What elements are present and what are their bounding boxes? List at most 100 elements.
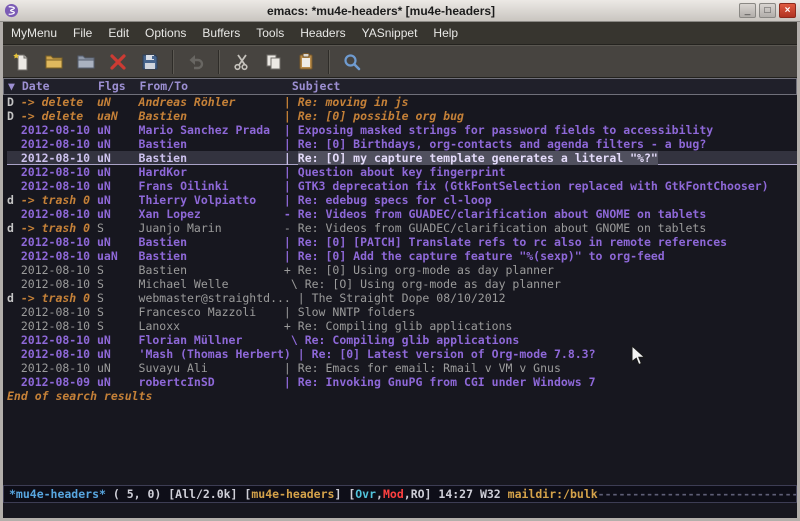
- message-row[interactable]: 2012-08-10SMichael Welle \ Re: [O] Using…: [7, 277, 797, 291]
- minimize-button[interactable]: _: [739, 3, 756, 18]
- mark-cell: [7, 137, 21, 151]
- message-row[interactable]: d-> trash 0Swebmaster@straightd...| The …: [7, 291, 797, 305]
- from-cell: Bastien: [139, 235, 284, 249]
- modeline-segment: ( 5, 0): [106, 487, 168, 501]
- flags-cell: S: [97, 305, 139, 319]
- message-row[interactable]: 2012-08-10uN'Mash (Thomas Herbert)| Re: …: [7, 347, 797, 361]
- date-cell: 2012-08-09: [21, 375, 97, 389]
- from-cell: Andreas Röhler: [139, 95, 284, 109]
- column-header-flags[interactable]: Flgs: [98, 79, 140, 94]
- flags-cell: uN: [97, 179, 139, 193]
- echo-area[interactable]: [3, 503, 797, 518]
- maximize-button[interactable]: □: [759, 3, 776, 18]
- thread-separator: |: [284, 305, 298, 319]
- thread-separator: +: [284, 263, 298, 277]
- thread-separator: |: [284, 193, 298, 207]
- toolbar: [3, 45, 797, 78]
- toolbar-separator: [172, 50, 174, 74]
- message-row[interactable]: D-> deleteuaNBastien| Re: [0] possible o…: [7, 109, 797, 123]
- date-cell: -> trash 0: [21, 221, 97, 235]
- message-row[interactable]: D-> deleteuNAndreas Röhler| Re: moving i…: [7, 95, 797, 109]
- modeline-segment: Ovr: [355, 487, 376, 501]
- modeline-segment: mu4e-headers: [251, 487, 334, 501]
- menu-item-mymenu[interactable]: MyMenu: [3, 22, 65, 45]
- message-row[interactable]: d-> trash 0SJuanjo Marin- Re: Videos fro…: [7, 221, 797, 235]
- emacs-icon: [4, 3, 19, 18]
- message-row[interactable]: 2012-08-10uNBastien| Re: [0] Birthdays, …: [7, 137, 797, 151]
- subject-cell: Re: Videos from GUADEC/clarification abo…: [298, 221, 707, 235]
- message-row[interactable]: 2012-08-10SLanoxx+ Re: Compiling glib ap…: [7, 319, 797, 333]
- flags-cell: uN: [97, 347, 139, 361]
- subject-cell: Slow NNTP folders: [298, 305, 416, 319]
- menu-item-options[interactable]: Options: [137, 22, 194, 45]
- thread-separator: \: [284, 333, 305, 347]
- message-row[interactable]: 2012-08-10uNFlorian Müllner \ Re: Compil…: [7, 333, 797, 347]
- menu-item-buffers[interactable]: Buffers: [194, 22, 248, 45]
- subject-cell: Re: Videos from GUADEC/clarification abo…: [298, 207, 707, 221]
- from-cell: robertcInSD: [139, 375, 284, 389]
- date-cell: 2012-08-10: [21, 361, 97, 375]
- message-row[interactable]: 2012-08-10SFrancesco Mazzoli| Slow NNTP …: [7, 305, 797, 319]
- message-row[interactable]: 2012-08-10uNXan Lopez- Re: Videos from G…: [7, 207, 797, 221]
- new-file-button[interactable]: [7, 48, 37, 75]
- message-row[interactable]: 2012-08-10uNMario Sanchez Prada| Exposin…: [7, 123, 797, 137]
- flags-cell: uN: [97, 193, 139, 207]
- from-cell: Juanjo Marin: [139, 221, 284, 235]
- thread-separator: \: [284, 277, 305, 291]
- copy-button[interactable]: [259, 48, 289, 75]
- save-buffer-button[interactable]: [135, 48, 165, 75]
- column-header-subject[interactable]: Subject: [292, 79, 340, 94]
- kill-buffer-button[interactable]: [103, 48, 133, 75]
- subject-cell: Re: [0] Add the capture feature "%(sexp)…: [298, 249, 665, 263]
- flags-cell: S: [97, 277, 139, 291]
- mark-cell: d: [7, 193, 21, 207]
- from-cell: Suvayu Ali: [139, 361, 284, 375]
- cut-button[interactable]: [227, 48, 257, 75]
- message-row[interactable]: 2012-08-10uNBastien| Re: [O] my capture …: [7, 151, 797, 165]
- titlebar[interactable]: emacs: *mu4e-headers* [mu4e-headers] _ □…: [0, 0, 800, 22]
- from-cell: Bastien: [139, 151, 284, 165]
- message-row[interactable]: 2012-08-10uNHardKor| Question about key …: [7, 165, 797, 179]
- subject-cell: Re: [0] Birthdays, org-contacts and agen…: [298, 137, 707, 151]
- undo-button[interactable]: [181, 48, 211, 75]
- from-cell: Bastien: [139, 263, 284, 277]
- close-button[interactable]: ×: [779, 3, 796, 18]
- message-row[interactable]: d-> trash 0uNThierry Volpiatto| Re: edeb…: [7, 193, 797, 207]
- from-cell: Thierry Volpiatto: [139, 193, 284, 207]
- message-row[interactable]: 2012-08-09uNrobertcInSD| Re: Invoking Gn…: [7, 375, 797, 389]
- flags-cell: uaN: [97, 109, 139, 123]
- modeline-segment: W32: [473, 487, 508, 501]
- mark-cell: [7, 333, 21, 347]
- paste-icon: [296, 52, 316, 72]
- message-row[interactable]: 2012-08-10uNBastien| Re: [0] [PATCH] Tra…: [7, 235, 797, 249]
- directory-button[interactable]: [71, 48, 101, 75]
- subject-cell: Re: [O] Using org-mode as day planner: [305, 277, 561, 291]
- paste-button[interactable]: [291, 48, 321, 75]
- open-file-button[interactable]: [39, 48, 69, 75]
- header-line: ▼ Date Flgs From/To Subject: [3, 78, 797, 95]
- search-button[interactable]: [337, 48, 367, 75]
- message-row[interactable]: 2012-08-10uaNBastien| Re: [0] Add the ca…: [7, 249, 797, 263]
- flags-cell: S: [97, 263, 139, 277]
- from-cell: Bastien: [139, 137, 284, 151]
- menu-item-help[interactable]: Help: [425, 22, 466, 45]
- menu-item-yasnippet[interactable]: YASnippet: [354, 22, 426, 45]
- mode-line[interactable]: *mu4e-headers* ( 5, 0) [All/2.0k] [mu4e-…: [3, 485, 797, 503]
- search-icon: [342, 52, 362, 72]
- save-icon: [140, 52, 160, 72]
- flags-cell: uN: [97, 361, 139, 375]
- subject-cell: Question about key fingerprint: [298, 165, 506, 179]
- menu-item-headers[interactable]: Headers: [292, 22, 353, 45]
- column-header-from[interactable]: From/To: [140, 79, 292, 94]
- menu-item-file[interactable]: File: [65, 22, 100, 45]
- message-row[interactable]: 2012-08-10uNSuvayu Ali| Re: Emacs for em…: [7, 361, 797, 375]
- column-header-date[interactable]: ▼ Date: [8, 79, 98, 94]
- date-cell: 2012-08-10: [21, 179, 97, 193]
- menu-item-edit[interactable]: Edit: [100, 22, 137, 45]
- menu-item-tools[interactable]: Tools: [248, 22, 292, 45]
- message-row[interactable]: 2012-08-10uNFrans Oilinki| GTK3 deprecat…: [7, 179, 797, 193]
- flags-cell: uN: [97, 207, 139, 221]
- message-row[interactable]: 2012-08-10SBastien+ Re: [0] Using org-mo…: [7, 263, 797, 277]
- date-cell: 2012-08-10: [21, 333, 97, 347]
- undo-icon: [186, 52, 206, 72]
